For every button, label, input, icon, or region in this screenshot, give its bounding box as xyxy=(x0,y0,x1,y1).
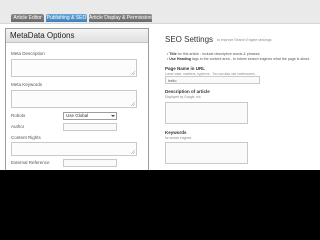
description-textarea[interactable] xyxy=(165,102,248,124)
keywords-textarea[interactable] xyxy=(165,142,248,164)
seo-title: SEO Settings xyxy=(165,35,214,44)
meta-keywords-label: Meta Keywords xyxy=(11,82,43,87)
seo-bullet-2: • Use Heading tags in the content area -… xyxy=(167,57,310,61)
author-input[interactable] xyxy=(63,123,117,131)
resize-grip-icon[interactable] xyxy=(131,71,135,75)
tab-article-display-permissions[interactable]: Article Display & Permissions xyxy=(89,14,152,22)
tab-publishing-seo[interactable]: Publishing & SEO xyxy=(46,14,87,22)
chevron-down-icon xyxy=(111,115,115,117)
robots-select-value: Use Global xyxy=(66,113,89,118)
content-rights-textarea[interactable] xyxy=(11,142,137,156)
external-reference-input[interactable] xyxy=(63,159,117,167)
meta-keywords-textarea[interactable] xyxy=(11,90,137,108)
seo-bullet-1-text: for this article - include descriptive w… xyxy=(177,52,260,56)
external-reference-label: External Reference xyxy=(11,160,50,165)
resize-grip-icon[interactable] xyxy=(131,102,135,106)
seo-bullet-1: • Title for this article - include descr… xyxy=(167,52,260,56)
page-name-label: Page Name in URL xyxy=(165,66,206,71)
meta-description-label: Meta Description xyxy=(11,51,45,56)
black-overlay xyxy=(0,170,320,240)
seo-settings-panel: SEO Settings to improve Search Engine ra… xyxy=(160,24,320,170)
seo-subtitle: to improve Search Engine rankings xyxy=(217,38,272,42)
keywords-label: Keywords xyxy=(165,130,187,135)
robots-label: Robots xyxy=(11,113,26,118)
seo-bullet-2-text: tags in the content area - to inform sea… xyxy=(192,57,310,61)
resize-grip-icon[interactable] xyxy=(131,150,135,154)
description-hint: Displayed by Google, etc. xyxy=(165,95,202,99)
tab-bar: Article Editor Publishing & SEO Article … xyxy=(0,0,320,24)
content-rights-label: Content Rights xyxy=(11,135,41,140)
page-name-input[interactable]: hello xyxy=(165,76,260,84)
meta-description-textarea[interactable] xyxy=(11,59,137,77)
dialog-title: MetaData Options xyxy=(10,31,75,40)
robots-select[interactable]: Use Global xyxy=(63,112,117,120)
metadata-options-dialog: MetaData Options Meta Description Meta K… xyxy=(5,28,149,172)
seo-bullet-1-strong: Title xyxy=(169,52,177,56)
keywords-hint: for search engines xyxy=(165,136,192,140)
author-label: Author xyxy=(11,124,25,129)
tab-article-editor[interactable]: Article Editor xyxy=(11,14,44,22)
description-label: Description of article xyxy=(165,89,210,94)
dialog-header: MetaData Options xyxy=(6,29,148,43)
seo-bullet-2-strong: Use Heading xyxy=(169,57,192,61)
screen: Article Editor Publishing & SEO Article … xyxy=(0,0,320,240)
